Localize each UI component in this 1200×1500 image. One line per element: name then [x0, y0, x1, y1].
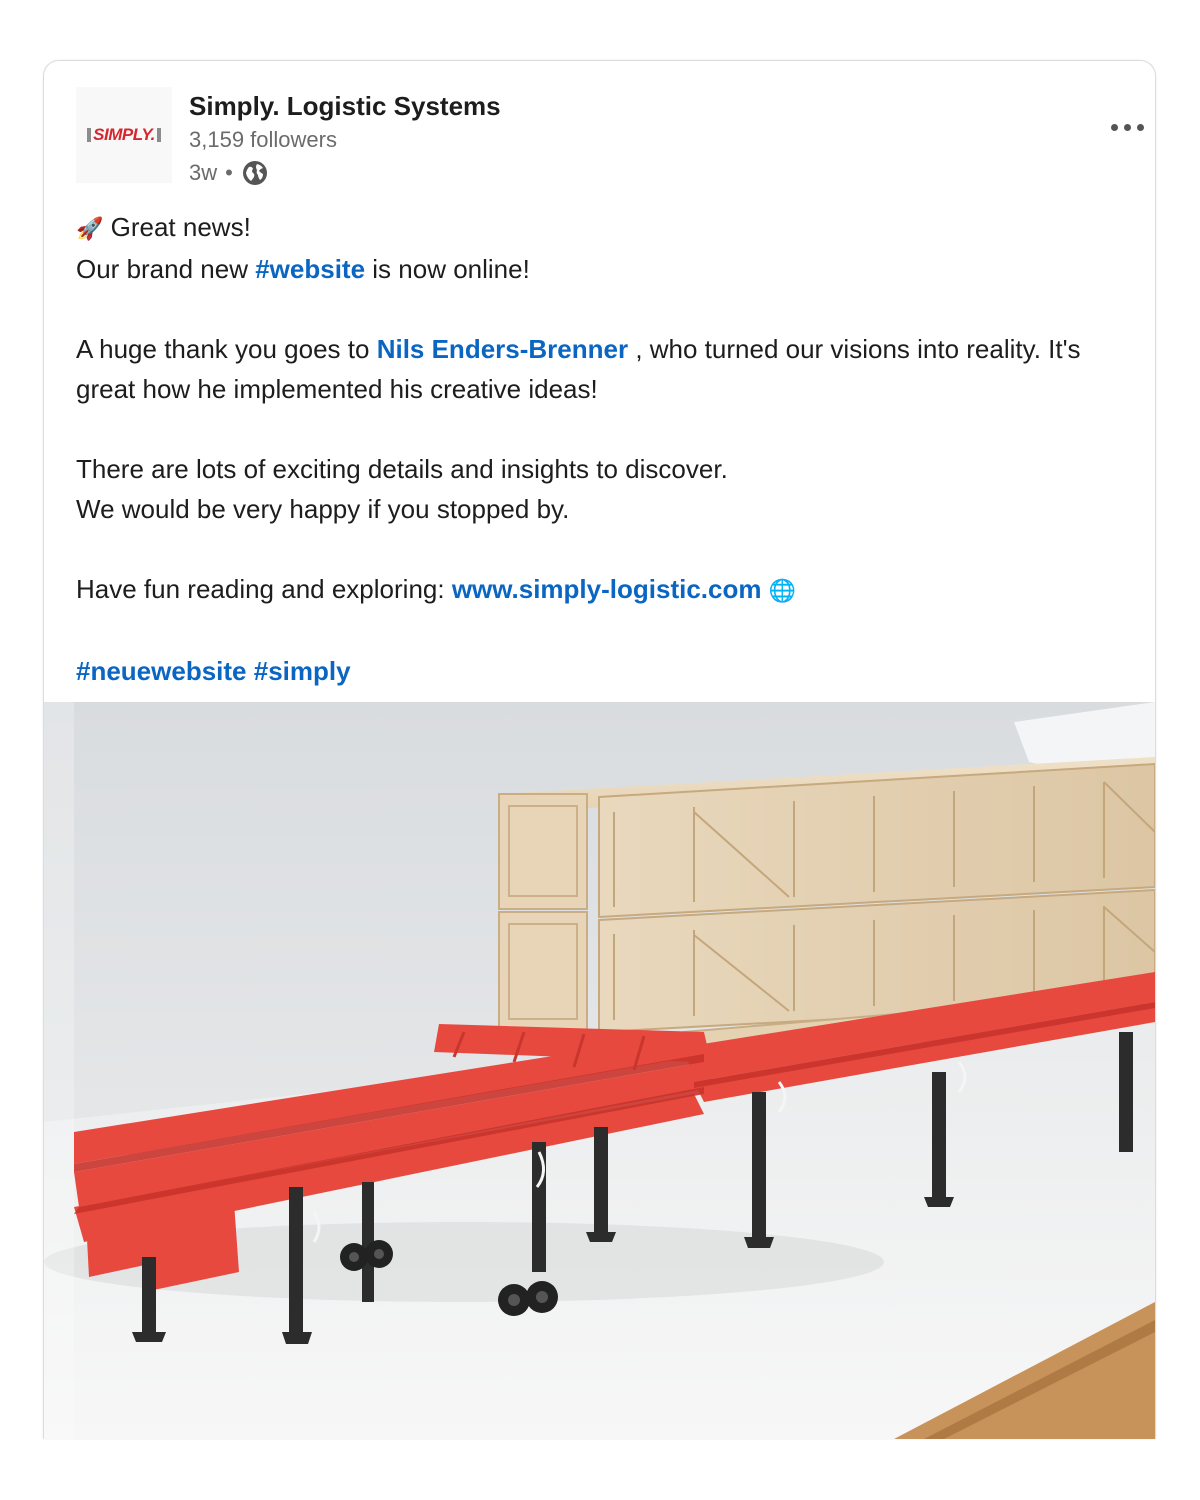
post-image[interactable]	[44, 702, 1155, 1439]
more-dot	[1110, 123, 1118, 131]
follower-count: 3,159 followers	[189, 127, 337, 152]
trailer-model-illustration	[44, 702, 1155, 1439]
post-body: 🚀 Great news! Our brand new #website is …	[76, 207, 1116, 691]
post-text-segment: is now online!	[365, 254, 530, 284]
post-text-segment: Our brand new	[76, 254, 256, 284]
post-line: #neuewebsite #simply	[76, 651, 1116, 691]
logo-text: SIMPLY.	[93, 125, 155, 144]
logo-mark: SIMPLY.	[87, 125, 161, 145]
post-text-segment: A huge thank you goes to	[76, 334, 377, 364]
hashtag-link[interactable]: #simply	[254, 656, 351, 686]
post-text-segment: Great news!	[103, 212, 251, 242]
post-line: Our brand new #website is now online!	[76, 249, 1116, 289]
logo-bar-right	[156, 128, 161, 142]
hashtag-link[interactable]: #neuewebsite	[76, 656, 247, 686]
logo-bar-left	[87, 128, 92, 142]
post-card: SIMPLY. Simply. Logistic Systems 3,159 f…	[43, 60, 1156, 1439]
more-options-icon[interactable]	[1104, 117, 1150, 137]
post-line: 🚀 Great news!	[76, 207, 1116, 249]
post-line: Have fun reading and exploring: www.simp…	[76, 569, 1116, 611]
globe-emoji-icon: 🌐	[768, 578, 797, 603]
post-text-segment: Have fun reading and exploring:	[76, 574, 452, 604]
post-line: A huge thank you goes to Nils Enders-Bre…	[76, 329, 1116, 409]
website-link[interactable]: www.simply-logistic.com	[452, 574, 762, 604]
post-time: 3w	[189, 160, 218, 185]
mention-link[interactable]: Nils Enders-Brenner	[377, 334, 628, 364]
more-dot	[1123, 123, 1131, 131]
post-header: SIMPLY. Simply. Logistic Systems 3,159 f…	[76, 87, 1144, 187]
post-meta: 3w •	[189, 159, 269, 187]
post-line: We would be very happy if you stopped by…	[76, 494, 570, 524]
hashtag-link[interactable]: #website	[255, 254, 365, 284]
globe-icon	[241, 159, 269, 187]
rocket-icon: 🚀	[76, 216, 104, 241]
company-logo[interactable]: SIMPLY.	[76, 87, 172, 183]
company-name[interactable]: Simply. Logistic Systems	[189, 91, 501, 122]
more-dot	[1136, 123, 1144, 131]
meta-separator: •	[225, 160, 233, 185]
post-line: There are lots of exciting details and i…	[76, 454, 728, 484]
